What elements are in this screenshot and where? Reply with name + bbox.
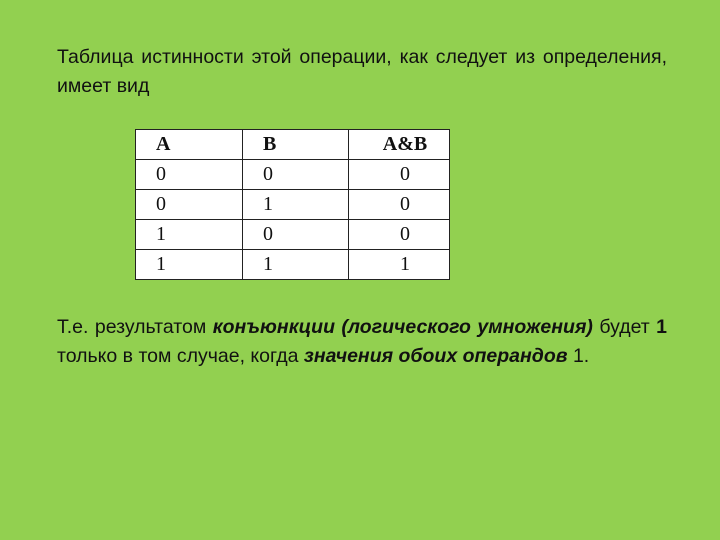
table-cell: 1 — [242, 249, 349, 280]
table-cell: 0 — [348, 189, 450, 220]
table-row: 0 1 0 — [135, 189, 450, 220]
table-cell: 1 — [135, 219, 243, 250]
header-cell: B — [242, 129, 349, 160]
table-row: 1 0 0 — [135, 219, 450, 250]
intro-text: Таблица истинности этой операции, как сл… — [57, 46, 667, 97]
truth-table: A B A&B 0 0 0 0 1 0 1 0 0 1 1 1 — [135, 129, 450, 280]
table-cell: 1 — [242, 189, 349, 220]
table-cell: 1 — [135, 249, 243, 280]
table-header-row: A B A&B — [135, 129, 450, 160]
table-cell: 0 — [135, 159, 243, 190]
table-row: 1 1 1 — [135, 249, 450, 280]
header-cell: A — [135, 129, 243, 160]
table-cell: 0 — [135, 189, 243, 220]
emphasis-operands: значения обоих операндов — [303, 345, 568, 367]
table-cell: 0 — [348, 159, 450, 190]
emphasis-one: 1 — [656, 316, 667, 338]
text-run: Т.е. результатом — [57, 316, 213, 338]
text-run: будет — [592, 316, 657, 338]
emphasis-conjunction: конъюнкции (логического умножения) — [212, 316, 593, 338]
conclusion-text: Т.е. результатом конъюнкции (логического… — [57, 313, 667, 371]
text-run: 1. — [567, 345, 590, 367]
table-cell: 0 — [242, 219, 349, 250]
table-cell: 0 — [348, 219, 450, 250]
text-run: только в том случае, когда — [57, 345, 304, 367]
table-cell: 0 — [242, 159, 349, 190]
table-cell: 1 — [348, 249, 450, 280]
header-cell: A&B — [348, 129, 450, 160]
table-row: 0 0 0 — [135, 159, 450, 190]
